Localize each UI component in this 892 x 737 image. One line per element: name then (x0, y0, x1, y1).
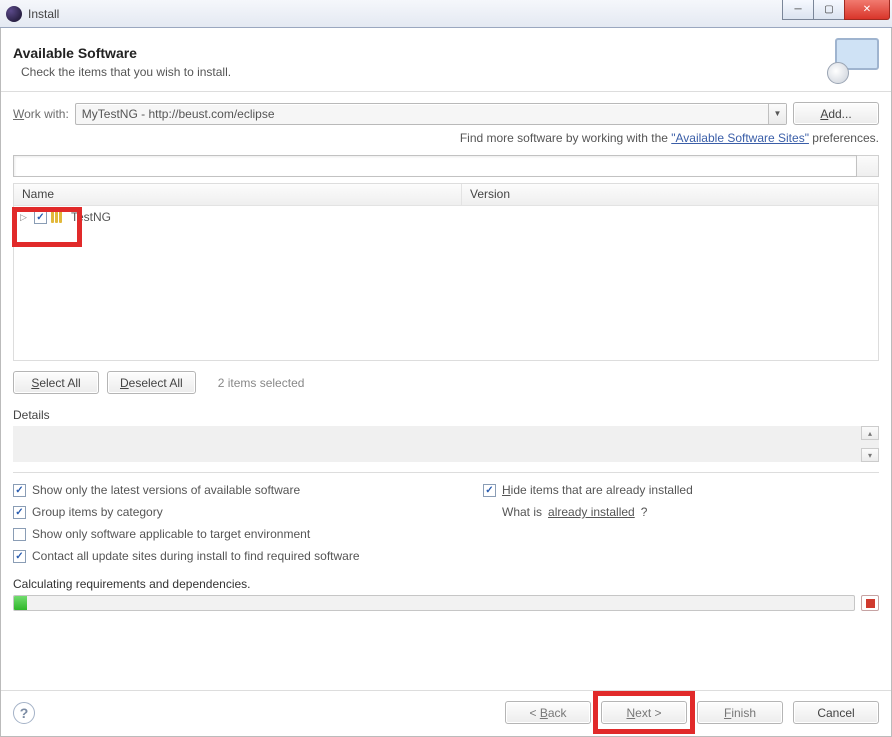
details-text: ▴ ▾ (13, 426, 879, 462)
available-sites-link[interactable]: "Available Software Sites" (671, 131, 809, 145)
minimize-button[interactable]: ─ (782, 0, 814, 20)
opt-contact-sites[interactable]: ✓ Contact all update sites during instal… (13, 549, 443, 563)
column-version[interactable]: Version (462, 184, 878, 205)
eclipse-icon (6, 6, 22, 22)
footer: ? < Back Next > Finish Cancel (1, 690, 891, 736)
scroll-down-icon[interactable]: ▾ (861, 448, 879, 462)
dialog-client: Available Software Check the items that … (0, 28, 892, 737)
sites-hint: Find more software by working with the "… (13, 131, 879, 145)
page-subtitle: Check the items that you wish to install… (21, 65, 827, 79)
opt-hide-installed[interactable]: ✓ Hide items that are already installed (483, 483, 693, 497)
opt-target-env[interactable]: Show only software applicable to target … (13, 527, 443, 541)
cancel-button[interactable]: Cancel (793, 701, 879, 724)
opt-latest-versions[interactable]: ✓ Show only the latest versions of avail… (13, 483, 443, 497)
finish-button[interactable]: Finish (697, 701, 783, 724)
page-title: Available Software (13, 45, 827, 61)
close-button[interactable]: ✕ (844, 0, 890, 20)
maximize-button[interactable]: ▢ (813, 0, 845, 20)
chevron-down-icon[interactable]: ▼ (768, 104, 786, 124)
opt-already-installed: What is already installed? (502, 505, 693, 519)
window-title: Install (28, 7, 59, 21)
stop-button[interactable] (861, 595, 879, 611)
already-installed-link[interactable]: already installed (548, 505, 635, 519)
deselect-all-button[interactable]: Deselect All (107, 371, 196, 394)
tree-row[interactable]: ▷ ✓ TestNG (14, 208, 878, 226)
checkbox-icon[interactable]: ✓ (34, 211, 47, 224)
status-text: Calculating requirements and dependencie… (13, 577, 879, 591)
category-icon (51, 211, 67, 223)
tree-header: Name Version (14, 184, 878, 206)
column-name[interactable]: Name (14, 184, 462, 205)
select-all-button[interactable]: Select All (13, 371, 99, 394)
software-tree: Name Version ▷ ✓ TestNG (13, 183, 879, 361)
separator (13, 472, 879, 473)
filter-input[interactable] (13, 155, 857, 177)
install-icon (827, 36, 879, 84)
work-with-label: Work with: (13, 107, 69, 121)
next-button[interactable]: Next > (601, 701, 687, 724)
details-label: Details (13, 408, 879, 422)
add-button[interactable]: Add... (793, 102, 879, 125)
filter-clear-button[interactable] (857, 155, 879, 177)
selection-count: 2 items selected (218, 376, 305, 390)
expand-icon[interactable]: ▷ (20, 212, 30, 223)
stop-icon (866, 599, 875, 608)
titlebar: Install ─ ▢ ✕ (0, 0, 892, 28)
work-with-combo[interactable]: MyTestNG - http://beust.com/eclipse ▼ (75, 103, 787, 125)
work-with-value: MyTestNG - http://beust.com/eclipse (82, 107, 275, 121)
back-button[interactable]: < Back (505, 701, 591, 724)
help-icon[interactable]: ? (13, 702, 35, 724)
progress-bar (13, 595, 855, 611)
window-controls: ─ ▢ ✕ (783, 0, 890, 20)
scroll-up-icon[interactable]: ▴ (861, 426, 879, 440)
tree-item-label: TestNG (71, 210, 111, 224)
work-with-row: Work with: MyTestNG - http://beust.com/e… (13, 102, 879, 125)
opt-group-category[interactable]: ✓ Group items by category (13, 505, 443, 519)
banner: Available Software Check the items that … (1, 28, 891, 92)
details-scrollbar[interactable]: ▴ ▾ (861, 426, 879, 462)
